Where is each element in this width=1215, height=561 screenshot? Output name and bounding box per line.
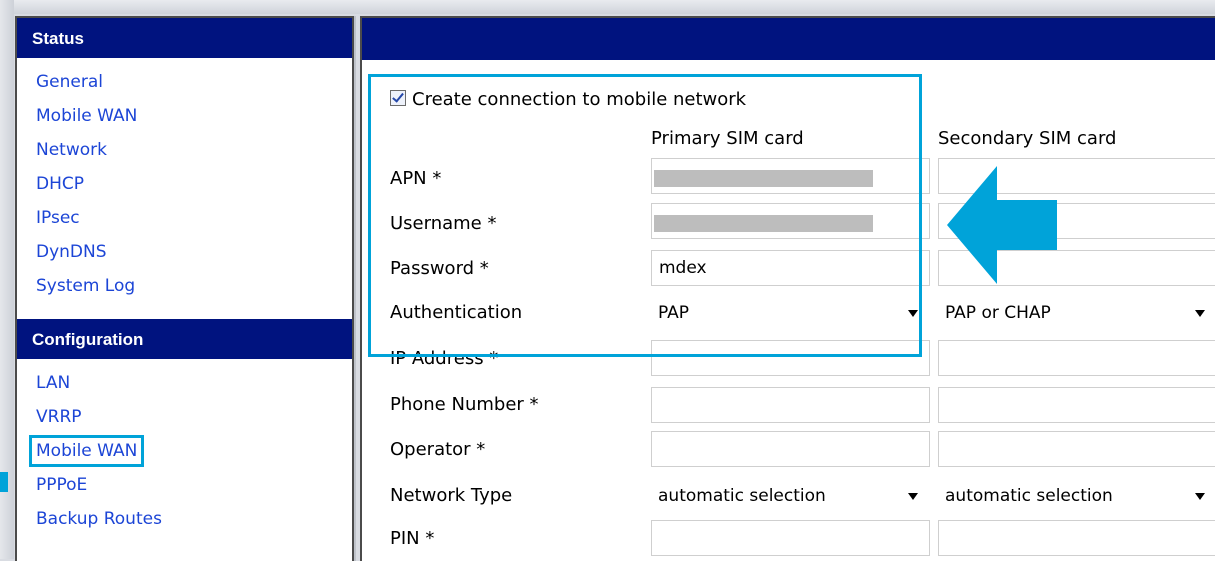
network-type-secondary-select[interactable]: automatic selection <box>938 479 1215 513</box>
main-panel: Create connection to mobile network Prim… <box>360 16 1215 561</box>
sidebar: Status General Mobile WAN Network DHCP I… <box>15 16 354 561</box>
select-value: automatic selection <box>658 486 826 506</box>
redacted-value <box>654 215 873 232</box>
sidebar-item-pppoe[interactable]: PPPoE <box>36 468 352 502</box>
redacted-value <box>654 170 873 187</box>
chevron-down-icon <box>1195 493 1205 500</box>
secondary-sim-heading: Secondary SIM card <box>938 128 1117 149</box>
create-connection-label: Create connection to mobile network <box>412 89 747 110</box>
sidebar-item-label: Mobile WAN <box>29 435 145 467</box>
primary-sim-heading: Primary SIM card <box>651 128 804 149</box>
window-frame-top <box>0 0 1215 14</box>
configuration-menu: LAN VRRP Mobile WAN PPPoE Backup Routes <box>17 359 352 542</box>
username-primary-input[interactable] <box>651 203 930 239</box>
network-type-primary-select[interactable]: automatic selection <box>651 479 930 513</box>
username-label: Username * <box>390 213 497 234</box>
sidebar-item-dhcp[interactable]: DHCP <box>36 167 352 201</box>
authentication-label: Authentication <box>390 302 523 323</box>
sidebar-item-backup-routes[interactable]: Backup Routes <box>36 502 352 536</box>
sidebar-item-system-log[interactable]: System Log <box>36 269 352 303</box>
annotation-arrow-tip <box>0 472 8 492</box>
ip-address-secondary-input[interactable] <box>938 340 1215 376</box>
apn-primary-input[interactable] <box>651 158 930 194</box>
sidebar-item-general[interactable]: General <box>36 65 352 99</box>
sidebar-header-status: Status <box>17 18 352 58</box>
sidebar-item-mobile-wan-status[interactable]: Mobile WAN <box>36 99 352 133</box>
sidebar-item-ipsec[interactable]: IPsec <box>36 201 352 235</box>
chevron-down-icon <box>908 493 918 500</box>
network-type-label: Network Type <box>390 485 513 506</box>
sidebar-item-network[interactable]: Network <box>36 133 352 167</box>
password-primary-input[interactable]: mdex <box>651 250 930 286</box>
sidebar-item-dyndns[interactable]: DynDNS <box>36 235 352 269</box>
checkbox-checked-icon[interactable] <box>390 90 406 106</box>
authentication-secondary-select[interactable]: PAP or CHAP <box>938 296 1215 330</box>
operator-label: Operator * <box>390 439 486 460</box>
phone-number-primary-input[interactable] <box>651 387 930 423</box>
password-label: Password * <box>390 258 489 279</box>
sidebar-item-lan[interactable]: LAN <box>36 366 352 400</box>
sidebar-header-configuration: Configuration <box>17 319 352 359</box>
phone-number-secondary-input[interactable] <box>938 387 1215 423</box>
main-header-bar <box>362 18 1215 60</box>
operator-secondary-input[interactable] <box>938 431 1215 467</box>
sidebar-item-mobile-wan-config[interactable]: Mobile WAN <box>29 434 352 468</box>
create-connection-row: Create connection to mobile network <box>390 89 746 110</box>
ip-address-primary-input[interactable] <box>651 340 930 376</box>
authentication-primary-select[interactable]: PAP <box>651 296 930 330</box>
select-value: PAP or CHAP <box>945 303 1051 323</box>
pin-primary-input[interactable] <box>651 520 930 556</box>
pin-label: PIN * <box>390 528 435 549</box>
select-value: PAP <box>658 303 690 323</box>
phone-number-label: Phone Number * <box>390 394 539 415</box>
ip-address-label: IP Address * <box>390 348 499 369</box>
chevron-down-icon <box>1195 310 1205 317</box>
apn-label: APN * <box>390 168 442 189</box>
chevron-down-icon <box>908 310 918 317</box>
pin-secondary-input[interactable] <box>938 520 1215 556</box>
operator-primary-input[interactable] <box>651 431 930 467</box>
sidebar-item-vrrp[interactable]: VRRP <box>36 400 352 434</box>
select-value: automatic selection <box>945 486 1113 506</box>
arrow-left-icon <box>947 166 1057 284</box>
status-menu: General Mobile WAN Network DHCP IPsec Dy… <box>17 58 352 309</box>
